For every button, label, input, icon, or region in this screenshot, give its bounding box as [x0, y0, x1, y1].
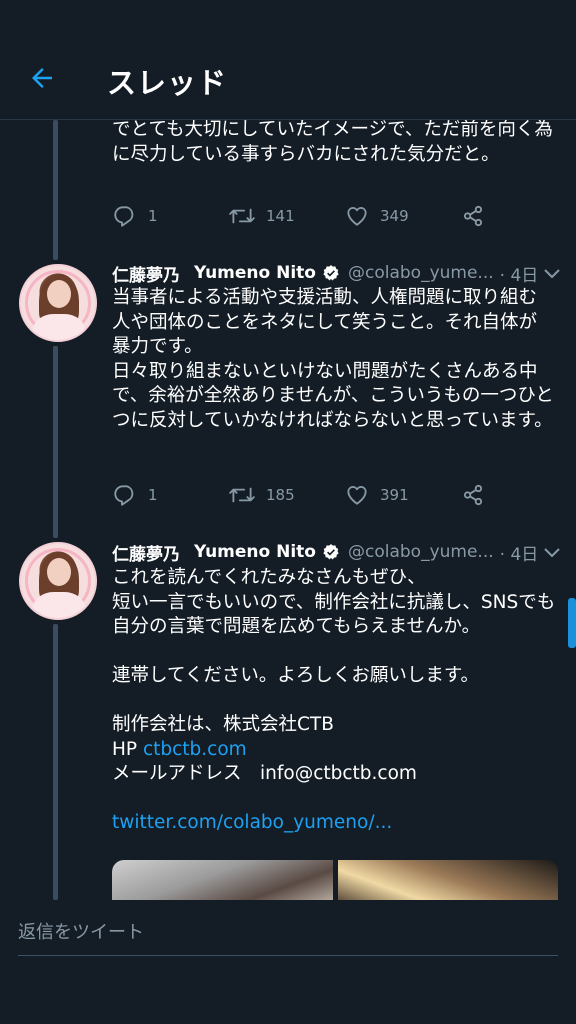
display-name[interactable]: 仁藤夢乃 [112, 261, 180, 286]
retweet-button[interactable]: 141 [228, 200, 295, 232]
app-header: スレッド [0, 0, 576, 120]
tweet-actions: 1 141 349 [112, 200, 492, 232]
timestamp[interactable]: · 4日 [500, 261, 539, 286]
tweet-text: でとても大切にしていたイメージで、ただ前を向く為 に尽力している事すらバカにされ… [112, 118, 562, 167]
chevron-down-icon[interactable] [542, 264, 562, 286]
handle[interactable]: @colabo_yume... [348, 263, 494, 283]
avatar[interactable] [19, 264, 97, 342]
like-count: 391 [380, 486, 409, 504]
share-button[interactable] [460, 479, 486, 511]
chevron-down-icon[interactable] [542, 543, 562, 565]
tweet-text-line: 人や団体のことをネタにして笑うこと。それ自体が [112, 311, 537, 333]
display-name-en[interactable]: Yumeno Nito [194, 542, 316, 562]
page-title: スレッド [107, 66, 228, 100]
tweet-text-line [112, 640, 562, 665]
retweet-count: 141 [266, 207, 295, 225]
reply-count: 1 [148, 207, 158, 225]
retweet-icon [229, 487, 255, 503]
tweet-text-line: で、余裕が全然ありませんが、こういうもの一つひと [112, 385, 554, 406]
timestamp[interactable]: · 4日 [500, 540, 539, 565]
reply-count: 1 [148, 486, 158, 504]
tweet-text-line: でとても大切にしていたイメージで、ただ前を向く為 [112, 119, 553, 140]
retweet-count: 185 [266, 486, 295, 504]
handle[interactable]: @colabo_yume... [348, 542, 494, 562]
tweet-header: 仁藤夢乃 Yumeno Nito @colabo_yume... · 4日 [112, 260, 562, 286]
heart-icon [347, 207, 367, 226]
tweet-text-line: 制作会社は、株式会社CTB [112, 714, 334, 735]
share-icon [463, 205, 483, 227]
reply-icon [114, 206, 134, 227]
tweet-text-line: に尽力している事すらバカにされた気分だと。 [112, 143, 500, 165]
scrollbar[interactable] [568, 598, 576, 648]
tweet-text-line: 連帯してください。よろしくお願いします。 [112, 665, 480, 686]
twitter-link[interactable]: twitter.com/colabo_yumeno/... [112, 811, 562, 836]
heart-icon [347, 486, 367, 505]
display-name-en[interactable]: Yumeno Nito [194, 263, 316, 283]
share-button[interactable] [460, 200, 486, 232]
tweet-text-line [112, 787, 562, 812]
display-name[interactable]: 仁藤夢乃 [112, 540, 180, 565]
reply-input[interactable]: 返信をツイート [18, 918, 558, 956]
verified-badge-icon [322, 543, 340, 561]
tweet-text-line: 当事者による活動や支援活動、人権問題に取り組む [112, 287, 537, 308]
tweet-header: 仁藤夢乃 Yumeno Nito @colabo_yume... · 4日 [112, 539, 562, 565]
tweet-text-line: 自分の言葉で問題を広めてもらえませんか。 [112, 616, 481, 637]
tweet-text-line: これを読んでくれたみなさんもぜひ、 [112, 567, 426, 588]
tweet-actions: 1 185 391 [112, 479, 492, 511]
thread-screen: スレッド でとても大切にしていたイメージで、ただ前を向く為 に尽力している事すら… [0, 0, 576, 1024]
tweet-text-line: 暴力です。 [112, 336, 203, 357]
reply-button[interactable]: 1 [112, 200, 158, 232]
tweet-text-line: HP ctbctb.com [112, 738, 562, 763]
reply-bar: 返信をツイート [0, 900, 576, 1024]
tweet-text: これを読んでくれたみなさんもぜひ、 短い一言でもいいので、制作会社に抗議し、SN… [112, 566, 562, 836]
tweet-text-line: 短い一言でもいいので、制作会社に抗議し、SNSでも [112, 591, 556, 613]
tweet-text-line: つに反対していかなければならないと思っています。 [112, 409, 553, 431]
thread-line [53, 624, 58, 900]
tweet-text-line [112, 689, 562, 714]
like-button[interactable]: 391 [344, 479, 409, 511]
like-button[interactable]: 349 [344, 200, 409, 232]
thread-line [53, 346, 58, 538]
tweet-text-line: メールアドレス info@ctbctb.com [112, 763, 417, 784]
hp-link[interactable]: ctbctb.com [143, 739, 247, 760]
hp-label: HP [112, 738, 143, 760]
tweet-text-line: 日々取り組まないといけない問題がたくさんある中 [112, 360, 538, 382]
verified-badge-icon [322, 264, 340, 282]
tweet-text: 当事者による活動や支援活動、人権問題に取り組む 人や団体のことをネタにして笑うこ… [112, 286, 562, 433]
reply-button[interactable]: 1 [112, 479, 158, 511]
back-button[interactable] [22, 58, 62, 98]
avatar[interactable] [19, 542, 97, 620]
like-count: 349 [380, 207, 409, 225]
reply-icon [114, 485, 134, 506]
arrow-left-icon [32, 68, 52, 88]
retweet-icon [229, 208, 255, 224]
share-icon [463, 484, 483, 506]
retweet-button[interactable]: 185 [228, 479, 295, 511]
thread-line [53, 120, 58, 260]
